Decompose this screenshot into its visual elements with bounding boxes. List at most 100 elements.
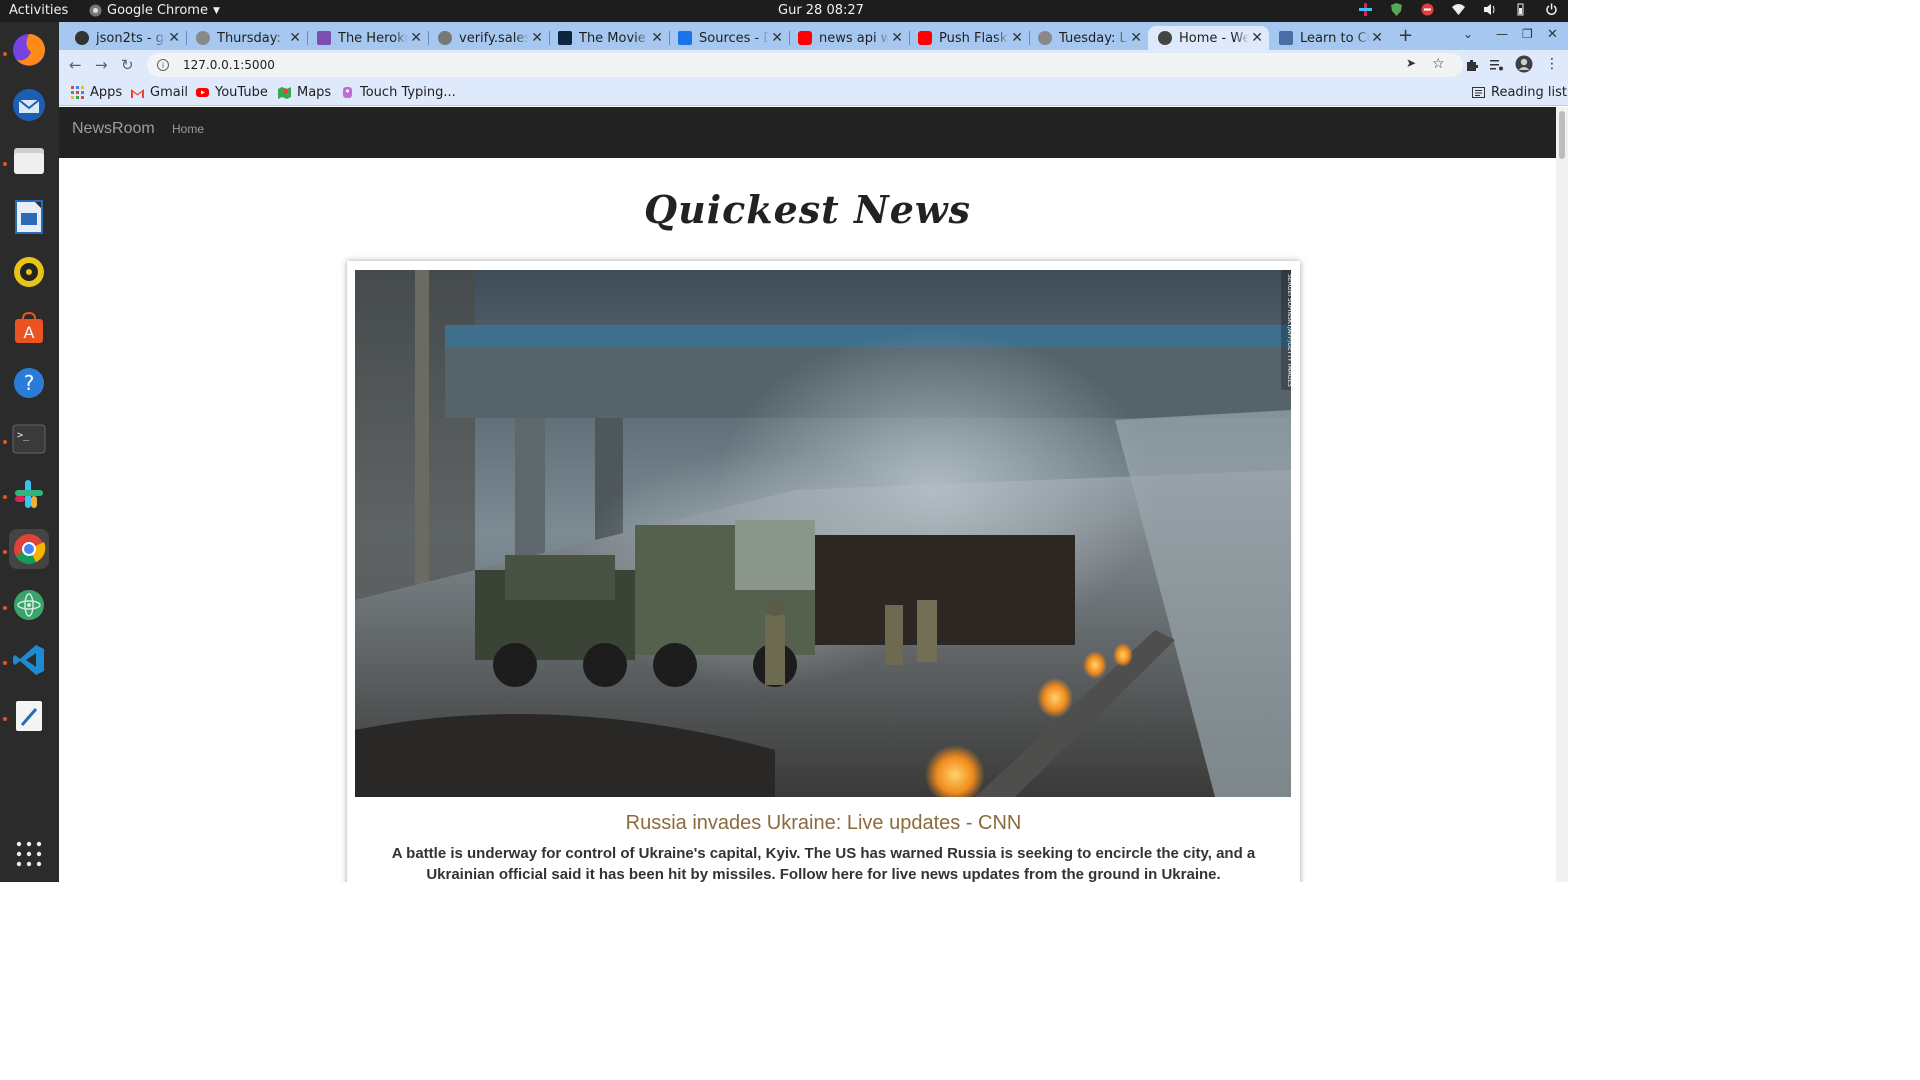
close-icon[interactable]: ✕ — [1251, 30, 1263, 46]
power-menu-icon[interactable] — [1545, 3, 1558, 16]
article-image[interactable]: SERGEI SUPINSKY/AFP/GETTY IMAGES — [355, 270, 1291, 797]
media-controls-icon[interactable] — [1490, 59, 1504, 71]
restore-icon[interactable]: ❐ — [1522, 27, 1533, 41]
send-icon[interactable]: ➤ — [1406, 56, 1416, 70]
tab-learn-to-code[interactable]: Learn to Co ✕ — [1269, 26, 1389, 50]
terminal-icon[interactable]: >_ — [9, 419, 49, 459]
rhythmbox-icon[interactable] — [9, 252, 49, 292]
forward-arrow-icon[interactable]: → — [95, 56, 108, 74]
address-bar[interactable]: i 127.0.0.1:5000 — [147, 53, 1463, 77]
do-not-disturb-icon[interactable] — [1421, 3, 1434, 16]
new-tab-button[interactable]: + — [1398, 25, 1413, 46]
bookmark-label: Maps — [297, 85, 332, 100]
atom-icon-graphic — [14, 590, 44, 620]
tab-movie-db[interactable]: The Movie D✕ — [548, 26, 670, 50]
close-icon[interactable]: ✕ — [1371, 30, 1383, 46]
globe-icon — [1158, 31, 1172, 45]
help-icon[interactable]: ? — [9, 363, 49, 403]
tab-thursday[interactable]: Thursday: D✕ — [186, 26, 308, 50]
writer-icon[interactable] — [9, 197, 49, 237]
bookmark-star-icon[interactable]: ☆ — [1432, 56, 1445, 72]
thunderbird-icon[interactable] — [9, 85, 49, 125]
close-icon[interactable]: ✕ — [1130, 30, 1142, 46]
close-icon[interactable]: ✕ — [531, 30, 543, 46]
tab-favicon-icon — [75, 31, 89, 45]
more-menu-icon[interactable]: ⋮ — [1545, 56, 1559, 72]
bookmark-touch-typing[interactable]: Touch Typing... — [341, 85, 456, 100]
app-menu-label: Google Chrome — [107, 3, 208, 18]
bookmark-gmail[interactable]: Gmail — [131, 85, 188, 100]
tab-title: verify.salesf — [459, 30, 529, 46]
reading-list-label: Reading list — [1491, 85, 1567, 100]
extensions-icon[interactable] — [1465, 58, 1479, 72]
chrome-icon-graphic — [14, 534, 46, 564]
tab-title: Tuesday: Lin — [1059, 30, 1129, 46]
software-center-icon[interactable]: A — [9, 308, 49, 348]
tab-news-api-youtube[interactable]: news api wi ✕ — [788, 26, 910, 50]
image-credit: SERGEI SUPINSKY/AFP/GETTY IMAGES — [1286, 274, 1291, 387]
youtube-icon — [196, 88, 209, 97]
app-menu[interactable]: Google Chrome ▼ — [89, 3, 220, 18]
close-icon[interactable]: ✕ — [289, 30, 301, 46]
site-brand-link[interactable]: NewsRoom — [72, 120, 155, 138]
minimize-icon[interactable]: — — [1496, 27, 1508, 41]
tab-favicon-icon — [558, 31, 572, 45]
war-scene-illustration: SERGEI SUPINSKY/AFP/GETTY IMAGES — [355, 270, 1291, 797]
close-icon[interactable]: ✕ — [410, 30, 422, 46]
tab-home-welcome[interactable]: Home - Welc✕ — [1148, 26, 1269, 50]
clock[interactable]: Gur 28 08:27 — [778, 3, 864, 18]
battery-icon[interactable] — [1514, 3, 1527, 16]
text-editor-icon[interactable] — [9, 696, 49, 736]
wifi-icon[interactable] — [1452, 3, 1465, 16]
site-info-icon[interactable]: i — [157, 59, 169, 71]
close-icon[interactable]: ✕ — [771, 30, 783, 46]
shield-icon[interactable] — [1390, 3, 1403, 16]
tab-sources-docs[interactable]: Sources - Do✕ — [668, 26, 790, 50]
volume-icon[interactable] — [1483, 3, 1496, 16]
vscode-icon-graphic — [13, 645, 44, 675]
tab-title: Home - Welc — [1179, 30, 1249, 46]
grid-icon — [16, 841, 42, 867]
bookmark-maps[interactable]: Maps — [278, 85, 331, 100]
reload-icon[interactable]: ↻ — [121, 56, 134, 74]
help-icon-graphic: ? — [14, 368, 44, 398]
vscode-icon[interactable] — [9, 640, 49, 680]
tab-favicon-icon — [196, 31, 210, 45]
tab-tuesday[interactable]: Tuesday: Lin✕ — [1028, 26, 1148, 50]
scrollbar-thumb[interactable] — [1559, 111, 1565, 159]
rhythmbox-icon-graphic — [14, 257, 44, 287]
close-icon[interactable]: ✕ — [891, 30, 903, 46]
article-title[interactable]: Russia invades Ukraine: Live updates - C… — [347, 812, 1300, 835]
bookmark-apps[interactable]: Apps — [71, 85, 122, 100]
files-icon[interactable] — [9, 141, 49, 181]
back-arrow-icon[interactable]: ← — [69, 56, 82, 74]
page-scrollbar[interactable] — [1556, 107, 1568, 882]
tab-favicon-icon — [1279, 31, 1293, 45]
close-window-icon[interactable]: ✕ — [1547, 27, 1558, 42]
bookmark-youtube[interactable]: YouTube — [196, 85, 268, 100]
firefox-icon[interactable] — [9, 30, 49, 70]
nav-home-link[interactable]: Home — [172, 122, 204, 136]
tab-search-icon[interactable]: ⌄ — [1463, 27, 1473, 41]
slack-icon[interactable] — [9, 474, 49, 514]
tab-heroku[interactable]: The Heroku ✕ — [307, 26, 429, 50]
tab-json2ts[interactable]: json2ts - gen✕ — [65, 26, 187, 50]
tab-title: Learn to Co — [1300, 30, 1370, 46]
tab-favicon-icon — [1038, 31, 1052, 45]
activities-button[interactable]: Activities — [9, 3, 68, 18]
article-description: A battle is underway for control of Ukra… — [391, 845, 1256, 882]
tab-favicon-icon — [317, 31, 331, 45]
close-icon[interactable]: ✕ — [168, 30, 180, 46]
slack-tray-icon[interactable] — [1359, 3, 1372, 16]
tab-verify-salesforce[interactable]: verify.salesf ✕ — [428, 26, 550, 50]
tab-push-flask-youtube[interactable]: Push Flask A✕ — [908, 26, 1030, 50]
reading-list-button[interactable]: Reading list — [1472, 85, 1567, 100]
svg-text:A: A — [24, 323, 35, 342]
atom-icon[interactable] — [9, 585, 49, 625]
terminal-icon-graphic: >_ — [12, 424, 46, 454]
close-icon[interactable]: ✕ — [651, 30, 663, 46]
chrome-icon[interactable] — [9, 529, 49, 569]
show-apps-icon[interactable] — [9, 834, 49, 874]
profile-avatar[interactable] — [1515, 55, 1533, 73]
close-icon[interactable]: ✕ — [1011, 30, 1023, 46]
